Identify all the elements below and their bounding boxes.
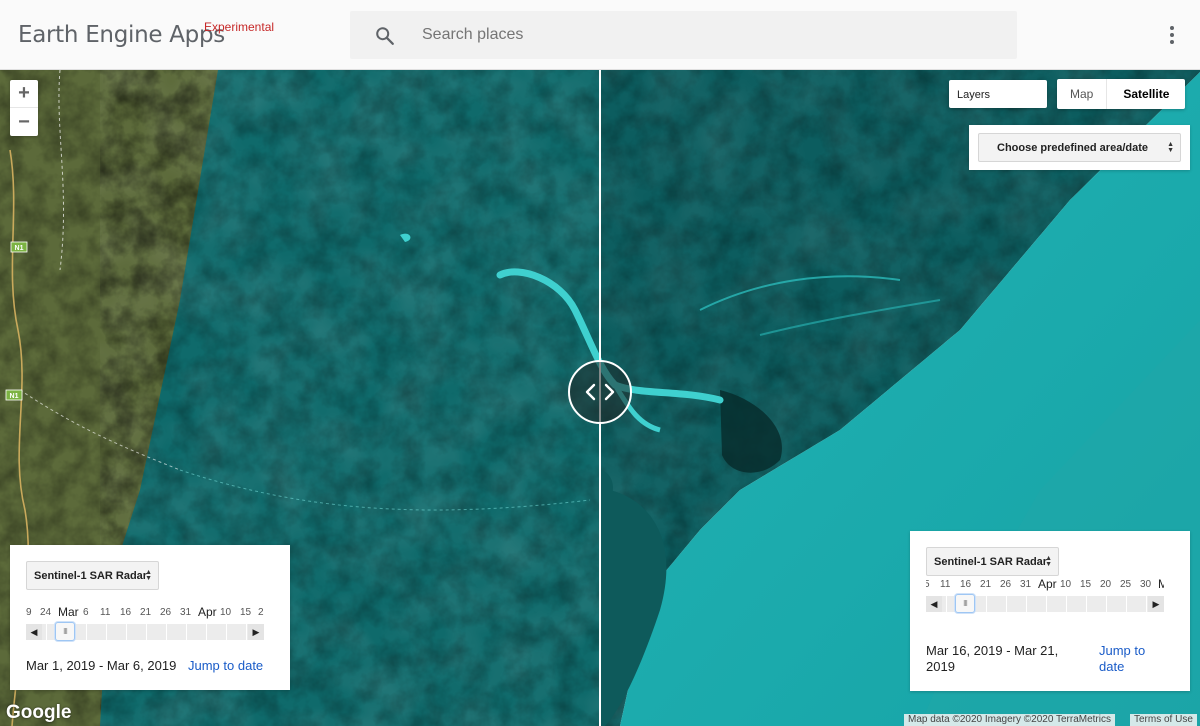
- predefined-area-label: Choose predefined area/date: [997, 141, 1148, 154]
- right-date-panel: Sentinel-1 SAR Radar ▲ ▼ 5 11 16 21 26 31…: [910, 531, 1190, 691]
- split-handle[interactable]: [568, 360, 632, 424]
- search-input[interactable]: [422, 11, 982, 59]
- slider-next-arrow-icon[interactable]: ▶: [1148, 596, 1164, 612]
- left-date-panel: Sentinel-1 SAR Radar ▲ ▼ 9 24 Mar 6 11 16…: [10, 545, 290, 690]
- tick-label: 6: [83, 607, 89, 618]
- tick-label: 20: [1100, 579, 1112, 590]
- tick-label: 5: [926, 579, 930, 590]
- app-header: Earth Engine Apps Experimental: [0, 0, 1200, 70]
- zoom-control: + −: [10, 80, 38, 136]
- right-date-slider[interactable]: 5 11 16 21 26 31 Apr 10 15 20 25 30 Ma: [926, 577, 1164, 619]
- left-source-label: Sentinel-1 SAR Radar: [34, 569, 148, 582]
- tick-label: 2: [258, 607, 264, 618]
- map-attribution: Map data ©2020 Imagery ©2020 TerraMetric…: [904, 714, 1115, 726]
- select-arrows-icon: ▲ ▼: [1167, 140, 1174, 154]
- tick-label: 24: [40, 607, 52, 618]
- tick-label: 11: [100, 607, 111, 618]
- tick-label: Apr: [1038, 577, 1057, 591]
- tick-label: 11: [940, 579, 951, 590]
- tick-label: 10: [1060, 579, 1072, 590]
- slider-prev-arrow-icon[interactable]: ◀: [926, 596, 942, 612]
- right-source-label: Sentinel-1 SAR Radar: [934, 555, 1048, 568]
- google-logo: Google: [6, 702, 72, 723]
- tick-label: 16: [960, 579, 972, 590]
- select-arrows-icon: ▲ ▼: [1045, 554, 1052, 568]
- right-source-select[interactable]: Sentinel-1 SAR Radar ▲ ▼: [926, 547, 1059, 576]
- tick-label: 16: [120, 607, 132, 618]
- left-source-select[interactable]: Sentinel-1 SAR Radar ▲ ▼: [26, 561, 159, 590]
- right-date-range: Mar 16, 2019 - Mar 21, 2019: [926, 643, 1059, 674]
- predefined-panel: Choose predefined area/date ▲ ▼: [969, 125, 1190, 170]
- road-label: N1: [10, 393, 19, 400]
- zoom-in-button[interactable]: +: [10, 80, 38, 108]
- tick-label: Apr: [198, 605, 217, 619]
- slider-next-arrow-icon[interactable]: ▶: [248, 624, 264, 640]
- tick-label: 31: [180, 607, 192, 618]
- left-jump-to-date-link[interactable]: Jump to date: [188, 658, 263, 674]
- tick-label: 30: [1140, 579, 1152, 590]
- tick-label: 25: [1120, 579, 1132, 590]
- slider-thumb[interactable]: III: [55, 622, 75, 641]
- map-type-toggle: Map Satellite: [1057, 79, 1186, 109]
- map-type-satellite-button[interactable]: Satellite: [1107, 79, 1185, 109]
- tick-label: Ma: [1158, 577, 1164, 591]
- map-view[interactable]: N1 N1 + − Layers Map Satellite Choose pr…: [0, 70, 1200, 726]
- tick-label: 9: [26, 607, 32, 618]
- terms-of-use-link[interactable]: Terms of Use: [1130, 714, 1197, 726]
- search-icon[interactable]: [374, 25, 396, 47]
- layers-dropdown[interactable]: Layers: [949, 80, 1047, 108]
- slider-thumb[interactable]: III: [955, 594, 975, 613]
- road-label: N1: [15, 245, 24, 252]
- tick-label: 10: [220, 607, 232, 618]
- tick-label: 21: [140, 607, 152, 618]
- tick-label: 26: [160, 607, 172, 618]
- tick-label: 31: [1020, 579, 1032, 590]
- left-date-range: Mar 1, 2019 - Mar 6, 2019: [26, 658, 177, 673]
- search-bar[interactable]: [350, 11, 1017, 59]
- experimental-tag: Experimental: [204, 20, 275, 34]
- right-jump-to-date-link[interactable]: Jump to date: [1099, 643, 1169, 675]
- app-title[interactable]: Earth Engine Apps: [18, 22, 225, 48]
- left-date-slider[interactable]: 9 24 Mar 6 11 16 21 26 31 Apr 10 15 2 ◀ …: [26, 605, 264, 647]
- tick-label: 26: [1000, 579, 1012, 590]
- slider-prev-arrow-icon[interactable]: ◀: [26, 624, 42, 640]
- tick-label: Mar: [58, 605, 79, 619]
- more-vert-icon[interactable]: [1160, 22, 1184, 48]
- tick-label: 21: [980, 579, 992, 590]
- predefined-area-select[interactable]: Choose predefined area/date ▲ ▼: [978, 133, 1181, 162]
- tick-label: 15: [1080, 579, 1092, 590]
- select-arrows-icon: ▲ ▼: [145, 568, 152, 582]
- chevrons-left-right-icon: [585, 383, 615, 401]
- tick-label: 15: [240, 607, 252, 618]
- zoom-out-button[interactable]: −: [10, 108, 38, 136]
- map-type-map-button[interactable]: Map: [1057, 79, 1108, 109]
